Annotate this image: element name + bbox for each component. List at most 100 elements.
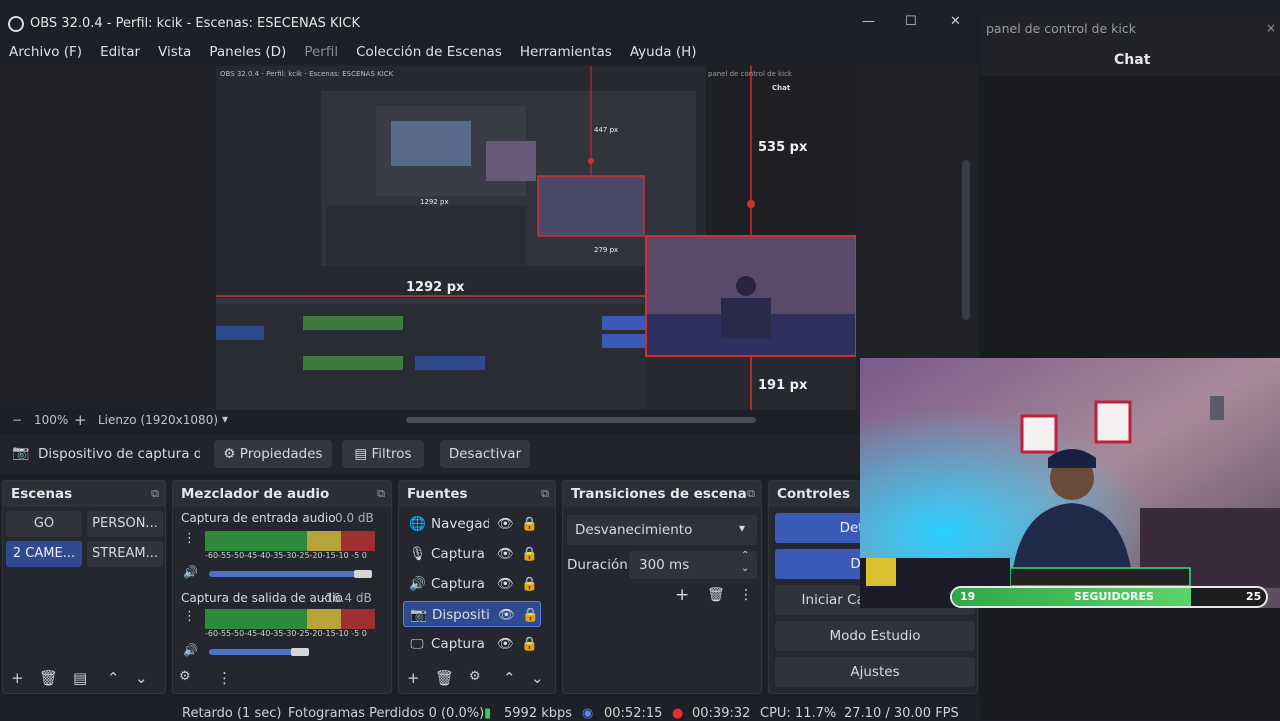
scenes-dock: Escenas ⧉ GO PERSON... 2 CAME... STREAM..… [2, 480, 166, 694]
settings-icon[interactable]: ⚙ [179, 669, 191, 684]
eye-icon[interactable]: 👁 [497, 511, 514, 537]
gear-icon: ⚙ [223, 446, 236, 462]
channel-name: Captura de entrada audio [181, 511, 336, 525]
volume-slider[interactable] [209, 649, 300, 655]
volume-knob[interactable] [354, 570, 372, 578]
scene-go[interactable]: GO [6, 511, 82, 537]
arrow-up-icon[interactable]: ⌃ [503, 669, 516, 687]
undock-icon[interactable]: ⧉ [541, 481, 549, 507]
scene-2-cameras[interactable]: 2 CAME... [6, 541, 82, 567]
undock-icon[interactable]: ⧉ [747, 481, 755, 507]
scenes-title: Escenas [11, 486, 73, 502]
lock-icon[interactable]: 🔒 [521, 631, 538, 657]
add-icon[interactable]: + [675, 585, 689, 605]
scene-person[interactable]: PERSON... [87, 511, 163, 537]
scene-stream[interactable]: STREAM... [87, 541, 163, 567]
mixer-header: Mezclador de audio ⧉ [173, 481, 391, 507]
source-video-device[interactable]: 📷 Dispositivo 👁 🔒 [403, 601, 541, 627]
filter-icon[interactable]: ▤ [73, 669, 87, 687]
properties-button[interactable]: ⚙ Propiedades [214, 440, 332, 468]
audio-mixer-dock: Mezclador de audio ⧉ Captura de entrada a… [172, 480, 392, 694]
duration-input[interactable]: 300 ms ⌃ ⌄ [629, 550, 757, 579]
eye-icon[interactable]: 👁 [497, 541, 514, 567]
trash-icon[interactable]: 🗑 [39, 669, 58, 687]
settings-button[interactable]: Ajustes [775, 657, 975, 687]
menu-ayuda[interactable]: Ayuda (H) [630, 40, 697, 64]
zoom-in-button[interactable]: + [74, 411, 87, 429]
arrow-down-icon[interactable]: ⌄ [135, 669, 148, 687]
stream-icon: ◉ [582, 706, 594, 721]
measure-left: 1292 px [406, 280, 465, 295]
menu-paneles[interactable]: Paneles (D) [209, 40, 286, 64]
chevron-down-icon[interactable]: ▾ [222, 412, 228, 426]
more-icon[interactable]: ⋮ [183, 609, 196, 624]
source-label: Navegador [431, 516, 489, 532]
zoom-out-button[interactable]: − [12, 413, 22, 427]
speaker-icon[interactable]: 🔊 [183, 643, 198, 657]
gear-icon[interactable]: ⚙ [469, 669, 481, 684]
filter-icon: ▤ [354, 446, 368, 462]
more-icon[interactable]: ⋮ [739, 587, 753, 603]
eye-icon[interactable]: 👁 [497, 631, 514, 657]
add-icon[interactable]: + [407, 669, 420, 687]
volume-slider[interactable] [209, 571, 363, 577]
canvas-size: Lienzo (1920x1080) [98, 413, 219, 427]
undock-icon[interactable]: ⧉ [377, 481, 385, 507]
minimize-button[interactable]: — [862, 14, 875, 29]
lock-icon[interactable]: 🔒 [521, 541, 538, 567]
studio-mode-button[interactable]: Modo Estudio [775, 621, 975, 651]
menu-vista[interactable]: Vista [158, 40, 191, 64]
trash-icon[interactable]: 🗑 [707, 587, 725, 603]
duration-value: 300 ms [639, 557, 690, 573]
filters-button[interactable]: ▤ Filtros [342, 440, 424, 468]
eye-icon[interactable]: 👁 [498, 602, 515, 628]
channel-db: 0.0 dB [335, 511, 374, 525]
followers-goal-bar: 19 SEGUIDORES 25 [950, 586, 1268, 608]
selected-source-name: Dispositivo de captura de v [38, 446, 200, 462]
sources-title: Fuentes [407, 486, 468, 502]
transitions-dock: Transiciones de escena ⧉ Desvanecimiento … [562, 480, 762, 694]
close-button[interactable]: ✕ [950, 14, 961, 29]
add-icon[interactable]: + [11, 669, 24, 687]
sources-dock: Fuentes ⧉ 🌐 Navegador 👁 🔒 🎙 Captura de 👁 … [398, 480, 556, 694]
undock-icon[interactable]: ⧉ [151, 481, 159, 507]
source-display[interactable]: 🖵 Captura de 👁 🔒 [403, 631, 541, 657]
preview-canvas[interactable]: OBS 32.0.4 - Perfil: kcik - Escenas: ESC… [216, 66, 856, 410]
preview-vertical-scrollbar[interactable] [962, 160, 970, 320]
chevron-down-icon: ▾ [739, 521, 746, 535]
fps: 27.10 / 30.00 FPS [844, 706, 959, 721]
lock-icon[interactable]: 🔒 [522, 602, 539, 628]
menu-archivo[interactable]: Archivo (F) [9, 40, 82, 64]
webcam-image [860, 358, 1280, 608]
menu-editar[interactable]: Editar [100, 40, 140, 64]
transition-select[interactable]: Desvanecimiento ▾ [567, 515, 757, 545]
camera-icon: 📷 [12, 445, 30, 461]
followers-goal: 25 [1246, 590, 1262, 603]
menu-herramientas[interactable]: Herramientas [520, 40, 612, 64]
inner-measure-left: 1292 px [420, 198, 449, 206]
arrow-up-icon[interactable]: ⌃ [107, 669, 120, 687]
level-meter [205, 531, 375, 541]
source-speaker[interactable]: 🔊 Captura de 👁 🔒 [403, 571, 541, 597]
deactivate-button[interactable]: Desactivar [440, 440, 530, 468]
lock-icon[interactable]: 🔒 [521, 511, 538, 537]
source-label: Dispositivo [432, 607, 490, 623]
maximize-button[interactable]: ☐ [905, 14, 917, 29]
lock-icon[interactable]: 🔒 [521, 571, 538, 597]
close-icon[interactable]: × [1266, 21, 1276, 35]
more-icon[interactable]: ⋮ [217, 669, 232, 687]
trash-icon[interactable]: 🗑 [435, 669, 454, 687]
arrow-down-icon[interactable]: ⌄ [531, 669, 544, 687]
spin-down-icon[interactable]: ⌄ [741, 563, 749, 574]
source-browser[interactable]: 🌐 Navegador 👁 🔒 [403, 511, 541, 537]
menu-coleccion[interactable]: Colección de Escenas [356, 40, 502, 64]
more-icon[interactable]: ⋮ [183, 531, 196, 546]
speaker-icon[interactable]: 🔊 [183, 565, 198, 579]
volume-knob[interactable] [291, 648, 309, 656]
menu-perfil[interactable]: Perfil [304, 40, 338, 64]
spin-up-icon[interactable]: ⌃ [741, 550, 749, 561]
scenes-header: Escenas ⧉ [3, 481, 165, 507]
eye-icon[interactable]: 👁 [497, 571, 514, 597]
source-mic[interactable]: 🎙 Captura de 👁 🔒 [403, 541, 541, 567]
preview-horizontal-scrollbar[interactable] [406, 417, 756, 423]
